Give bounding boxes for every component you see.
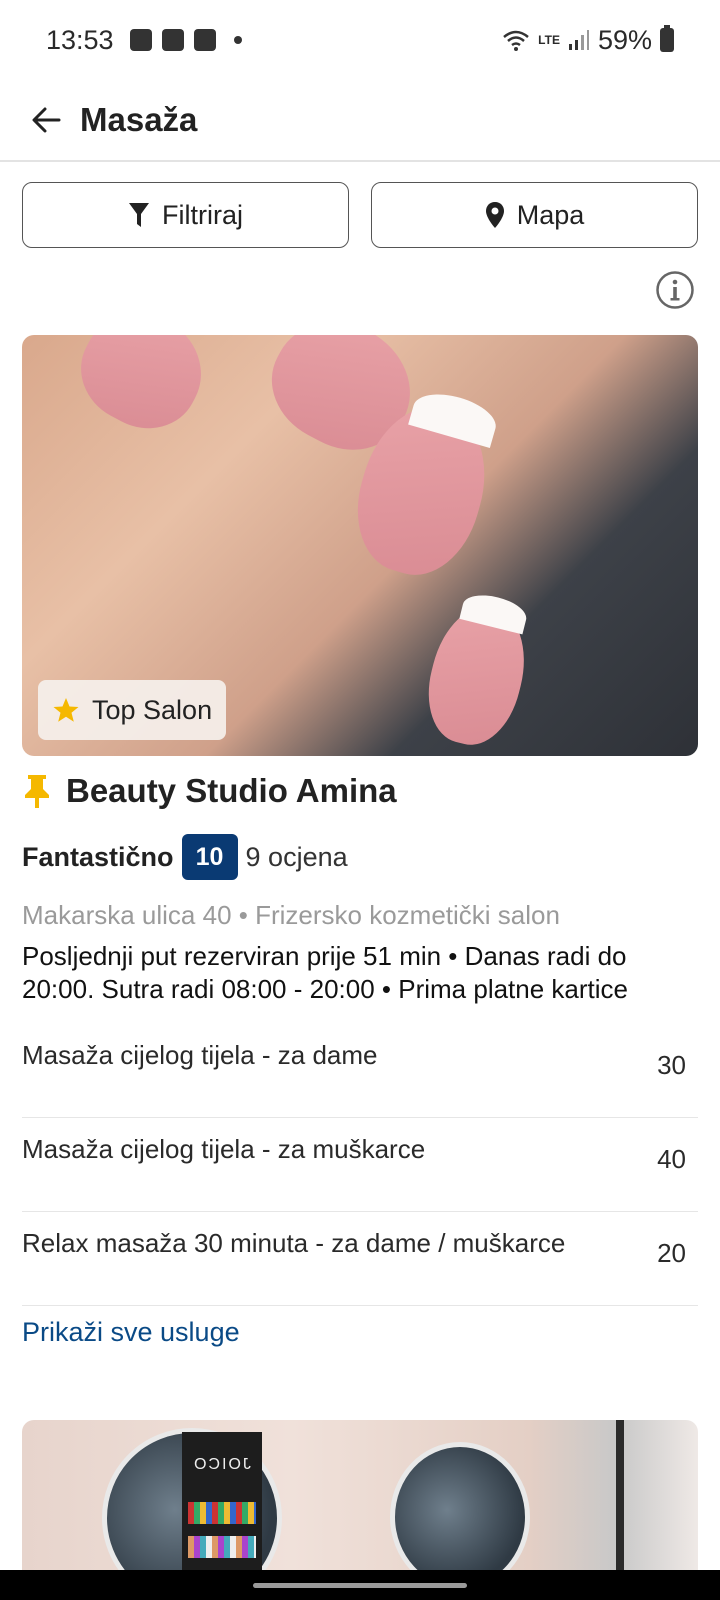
map-button-label: Mapa [516, 199, 585, 230]
filter-row: Filtriraj Mapa [22, 182, 698, 248]
next-salon-photo[interactable]: JOICO [22, 1420, 698, 1570]
notification-dot-icon [233, 36, 242, 44]
round-mirror [390, 1442, 530, 1570]
star-icon [53, 698, 79, 722]
back-button[interactable] [24, 98, 68, 142]
rating-word: Fantastično [22, 841, 174, 872]
salon-name[interactable]: Beauty Studio Amina [66, 772, 397, 810]
service-row[interactable]: Masaža cijelog tijela - za muškarce 40 [22, 1118, 698, 1212]
service-price: 30 [657, 1050, 686, 1080]
shop-icon [193, 29, 216, 51]
info-icon [656, 271, 694, 309]
review-count: 9 ocjena [245, 841, 348, 872]
product-bottles [188, 1502, 256, 1524]
product-bottles [188, 1536, 256, 1558]
service-price: 20 [657, 1238, 686, 1268]
status-bar: 13:53 LTE 59% [0, 0, 720, 80]
top-salon-badge: Top Salon [38, 680, 227, 740]
filter-icon [129, 203, 149, 227]
volte-icon: LTE [538, 33, 560, 47]
rating-score-badge: 10 [181, 834, 238, 880]
salon-address: Makarska ulica 40 • Frizersko kozmetički… [22, 900, 560, 930]
service-row[interactable]: Masaža cijelog tijela - za dame 30 [22, 1024, 698, 1118]
salon-photo[interactable]: Top Salon [22, 335, 698, 756]
pushpin-icon [25, 775, 49, 808]
arrow-left-icon [32, 107, 61, 133]
status-time: 13:53 [46, 24, 114, 55]
service-row[interactable]: Relax masaža 30 minuta - za dame / muška… [22, 1212, 698, 1306]
status-right: LTE 59% [502, 25, 674, 56]
system-nav-bar [0, 1570, 720, 1600]
filter-button[interactable]: Filtriraj [22, 182, 349, 248]
calendar-icon [161, 29, 184, 51]
service-name: Relax masaža 30 minuta - za dame / muška… [22, 1228, 566, 1258]
page-title: Masaža [80, 101, 198, 138]
top-salon-label: Top Salon [92, 694, 213, 725]
wifi-icon [503, 30, 529, 51]
gallery-icon [129, 29, 152, 51]
info-button[interactable] [655, 270, 695, 310]
salon-name-row: Beauty Studio Amina [22, 772, 397, 810]
app-bar: Masaža [0, 80, 720, 162]
nail-shape [63, 335, 221, 447]
signal-icon [568, 30, 589, 50]
show-all-services-link[interactable]: Prikaži sve usluge [22, 1317, 240, 1348]
home-gesture-handle[interactable] [253, 1582, 467, 1588]
filter-button-label: Filtriraj [162, 199, 243, 230]
brand-sign: JOICO [192, 1456, 251, 1473]
location-pin-icon [485, 202, 504, 228]
services-list: Masaža cijelog tijela - za dame 30 Masaž… [22, 1024, 698, 1306]
salon-info: Posljednji put rezerviran prije 51 min •… [22, 941, 628, 1004]
window-frame [616, 1420, 624, 1570]
battery-percent: 59% [597, 24, 652, 55]
service-price: 40 [657, 1144, 686, 1174]
service-name: Masaža cijelog tijela - za muškarce [22, 1134, 426, 1164]
map-button[interactable]: Mapa [371, 182, 698, 248]
service-name: Masaža cijelog tijela - za dame [22, 1040, 378, 1070]
status-left: 13:53 [46, 25, 242, 56]
rating-row: Fantastično 10 9 ocjena [22, 834, 348, 880]
product-shelf: JOICO [182, 1432, 262, 1570]
battery-icon [660, 25, 674, 52]
